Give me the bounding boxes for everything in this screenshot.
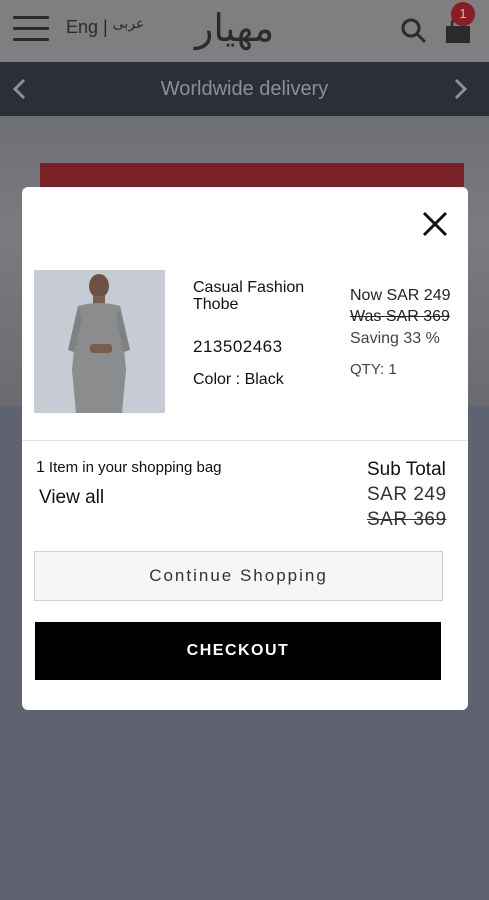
lang-arabic[interactable]: عربى xyxy=(113,15,145,31)
product-name[interactable]: Casual Fashion Thobe xyxy=(193,279,333,313)
product-image[interactable] xyxy=(34,270,165,413)
checkout-button[interactable]: CHECKOUT xyxy=(35,622,441,680)
price-now: Now SAR 249 xyxy=(350,287,451,304)
color-value: Black xyxy=(244,371,284,388)
chevron-right-icon[interactable] xyxy=(448,76,472,102)
product-color: Color : Black xyxy=(193,371,284,389)
brand-logo[interactable]: مهيار xyxy=(195,6,274,50)
search-icon[interactable] xyxy=(400,17,426,43)
bag-item-count: 1 Item in your shopping bag xyxy=(36,459,222,477)
lang-english[interactable]: Eng xyxy=(66,17,98,37)
close-icon[interactable] xyxy=(420,209,450,239)
continue-shopping-button[interactable]: Continue Shopping xyxy=(34,551,443,601)
bag-count-text: Item in your shopping bag xyxy=(48,459,222,476)
lang-separator: | xyxy=(103,17,108,37)
delivery-text: Worldwide delivery xyxy=(160,78,329,100)
subtotal-now: SAR 249 xyxy=(367,484,447,505)
product-sku: 213502463 xyxy=(193,337,283,356)
subtotal-was: SAR 369 xyxy=(367,509,447,530)
view-all-link[interactable]: View all xyxy=(39,487,104,509)
hamburger-menu-icon[interactable] xyxy=(13,16,49,42)
bag-count-number: 1 xyxy=(36,459,45,476)
top-header: Eng | عربى مهيار 1 xyxy=(0,0,489,62)
saving-percent: Saving 33 % xyxy=(350,330,440,347)
cart-count-badge: 1 xyxy=(451,2,475,26)
subtotal-label: Sub Total xyxy=(367,459,446,480)
added-to-bag-modal: Casual Fashion Thobe 213502463 Color : B… xyxy=(22,187,468,710)
delivery-banner: Worldwide delivery xyxy=(0,62,489,116)
divider xyxy=(22,440,468,441)
price-was: Was SAR 369 xyxy=(350,308,450,325)
quantity: QTY: 1 xyxy=(350,361,397,378)
language-switcher[interactable]: Eng | عربى xyxy=(66,15,145,38)
color-label: Color : xyxy=(193,371,241,388)
